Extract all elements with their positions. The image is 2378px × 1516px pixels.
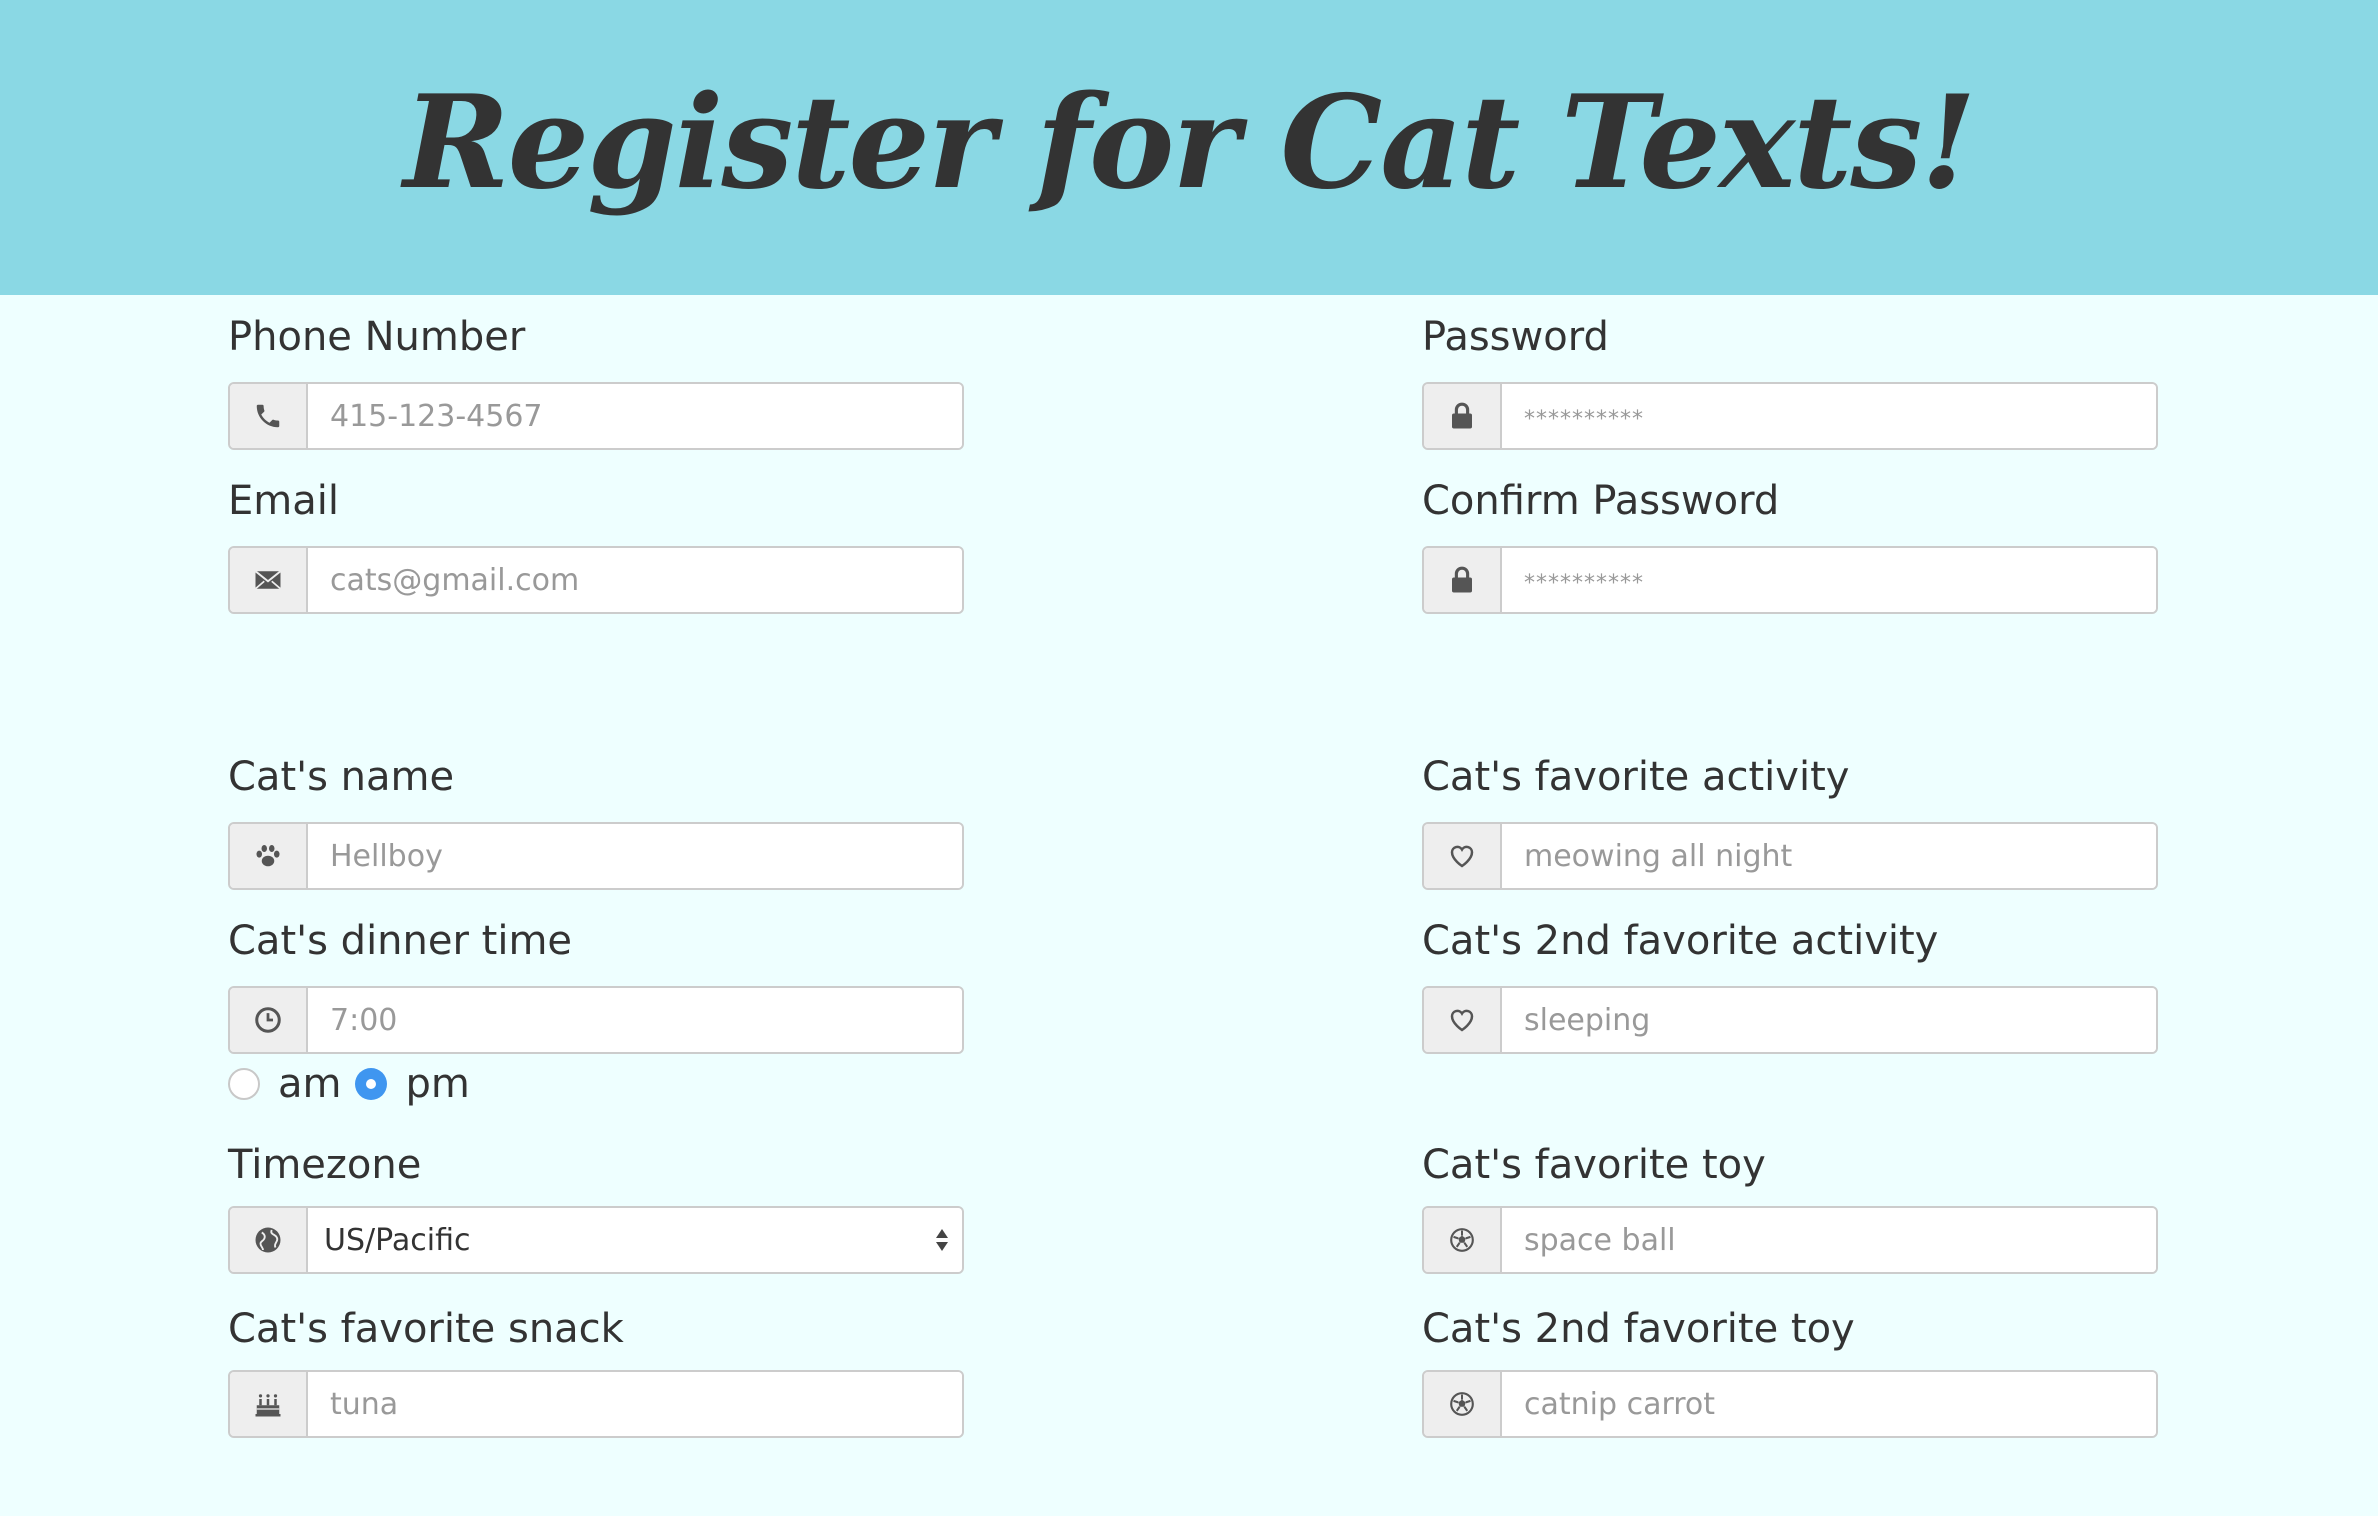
second-toy-input[interactable] — [1502, 1372, 2156, 1436]
globe-icon — [230, 1208, 308, 1272]
clock-icon — [230, 988, 308, 1052]
activity-input[interactable] — [1502, 824, 2156, 888]
password-label: Password — [1422, 314, 1609, 360]
cake-icon — [230, 1372, 308, 1436]
pm-label: pm — [405, 1061, 470, 1107]
snack-label: Cat's favorite snack — [228, 1306, 624, 1352]
toy-label: Cat's favorite toy — [1422, 1142, 1766, 1188]
phone-input[interactable] — [308, 384, 962, 448]
second-toy-input-group — [1422, 1370, 2158, 1438]
toy-input[interactable] — [1502, 1208, 2156, 1272]
lock-icon — [1424, 548, 1502, 612]
email-label: Email — [228, 478, 339, 524]
cat-name-label: Cat's name — [228, 754, 455, 800]
am-pm-radio-group: am pm — [228, 1061, 484, 1107]
second-toy-label: Cat's 2nd favorite toy — [1422, 1306, 1855, 1352]
confirm-password-input-group — [1422, 546, 2158, 614]
snack-input[interactable] — [308, 1372, 962, 1436]
activity-input-group — [1422, 822, 2158, 890]
envelope-icon — [230, 548, 308, 612]
email-input[interactable] — [308, 548, 962, 612]
heart-icon — [1424, 824, 1502, 888]
am-radio[interactable] — [228, 1068, 260, 1100]
phone-input-group — [228, 382, 964, 450]
dinner-time-label: Cat's dinner time — [228, 918, 573, 964]
phone-icon — [230, 384, 308, 448]
soccer-ball-icon — [1424, 1208, 1502, 1272]
password-input-group — [1422, 382, 2158, 450]
dinner-time-input-group — [228, 986, 964, 1054]
second-activity-label: Cat's 2nd favorite activity — [1422, 918, 1939, 964]
paw-icon — [230, 824, 308, 888]
confirm-password-input[interactable] — [1502, 548, 2156, 612]
second-activity-input[interactable] — [1502, 988, 2156, 1052]
heart-icon — [1424, 988, 1502, 1052]
soccer-ball-icon — [1424, 1372, 1502, 1436]
lock-icon — [1424, 384, 1502, 448]
select-arrows-icon — [936, 1229, 948, 1251]
activity-label: Cat's favorite activity — [1422, 754, 1850, 800]
timezone-select[interactable]: US/Pacific — [308, 1208, 962, 1272]
confirm-password-label: Confirm Password — [1422, 478, 1780, 524]
snack-input-group — [228, 1370, 964, 1438]
second-activity-input-group — [1422, 986, 2158, 1054]
timezone-input-group: US/Pacific — [228, 1206, 964, 1274]
dinner-time-input[interactable] — [308, 988, 962, 1052]
timezone-value: US/Pacific — [324, 1222, 471, 1258]
right-column: Password Confirm Password Cat's favorite… — [1422, 0, 2158, 1516]
am-label: am — [278, 1061, 342, 1107]
email-input-group — [228, 546, 964, 614]
cat-name-input-group — [228, 822, 964, 890]
timezone-label: Timezone — [228, 1142, 422, 1188]
cat-name-input[interactable] — [308, 824, 962, 888]
phone-label: Phone Number — [228, 314, 526, 360]
password-input[interactable] — [1502, 384, 2156, 448]
toy-input-group — [1422, 1206, 2158, 1274]
pm-radio[interactable] — [355, 1068, 388, 1100]
left-column: Phone Number Email Cat's name Cat's dinn… — [228, 0, 964, 1516]
